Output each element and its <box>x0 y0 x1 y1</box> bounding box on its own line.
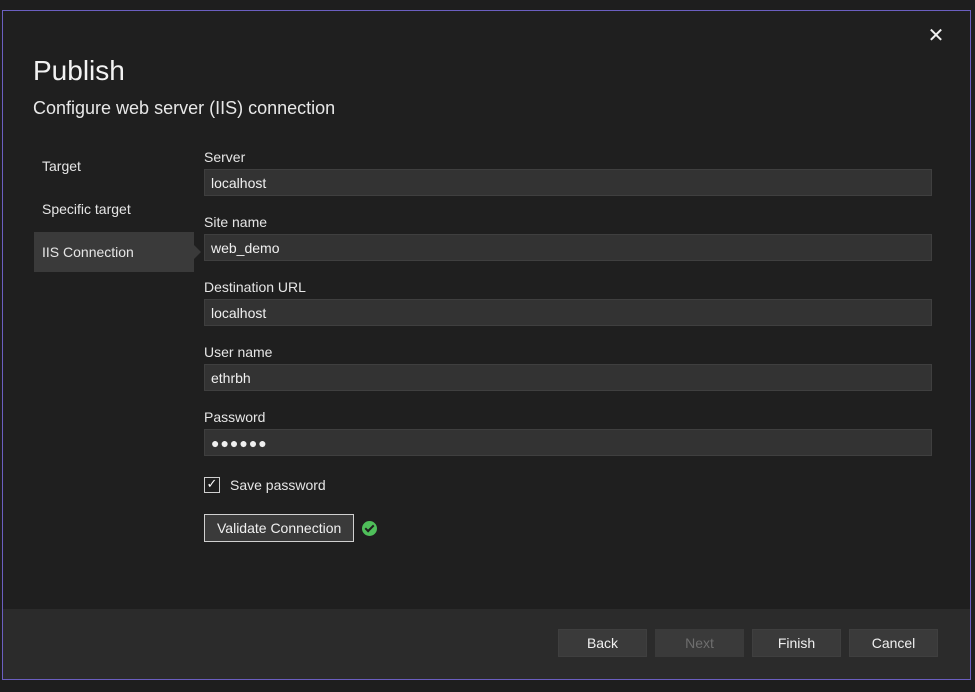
save-password-row: ✓ Save password <box>204 474 932 496</box>
validate-row: Validate Connection <box>204 514 932 542</box>
finish-button[interactable]: Finish <box>752 629 841 657</box>
wizard-nav: Target Specific target IIS Connection <box>34 146 201 275</box>
footer-buttons: Back Next Finish Cancel <box>558 629 938 657</box>
dialog-subtitle: Configure web server (IIS) connection <box>33 98 336 118</box>
dialog-footer: Back Next Finish Cancel <box>3 609 970 679</box>
password-input[interactable] <box>204 429 932 456</box>
save-password-label[interactable]: Save password <box>230 477 326 493</box>
user-name-label: User name <box>204 344 273 360</box>
nav-item-iis-connection[interactable]: IIS Connection <box>34 232 201 272</box>
server-input[interactable] <box>204 169 932 196</box>
destination-url-label: Destination URL <box>204 279 306 295</box>
site-name-input[interactable] <box>204 234 932 261</box>
server-label: Server <box>204 149 246 165</box>
dialog-title: Publish <box>33 55 125 86</box>
success-check-icon <box>362 520 378 536</box>
close-icon[interactable]: ✕ <box>924 23 948 47</box>
back-button[interactable]: Back <box>558 629 647 657</box>
publish-dialog: ✕ Publish Configure web server (IIS) con… <box>2 10 971 680</box>
save-password-checkbox[interactable]: ✓ <box>204 477 220 493</box>
site-name-label: Site name <box>204 214 268 230</box>
user-name-input[interactable] <box>204 364 932 391</box>
background-strip <box>0 680 975 692</box>
validate-connection-button[interactable]: Validate Connection <box>204 514 355 542</box>
iis-connection-form: Server Site name Destination URL User na… <box>204 147 932 542</box>
next-button[interactable]: Next <box>655 629 744 657</box>
destination-url-input[interactable] <box>204 299 932 326</box>
nav-item-specific-target[interactable]: Specific target <box>34 189 194 229</box>
cancel-button[interactable]: Cancel <box>849 629 938 657</box>
password-label: Password <box>204 409 266 425</box>
nav-item-target[interactable]: Target <box>34 146 194 186</box>
